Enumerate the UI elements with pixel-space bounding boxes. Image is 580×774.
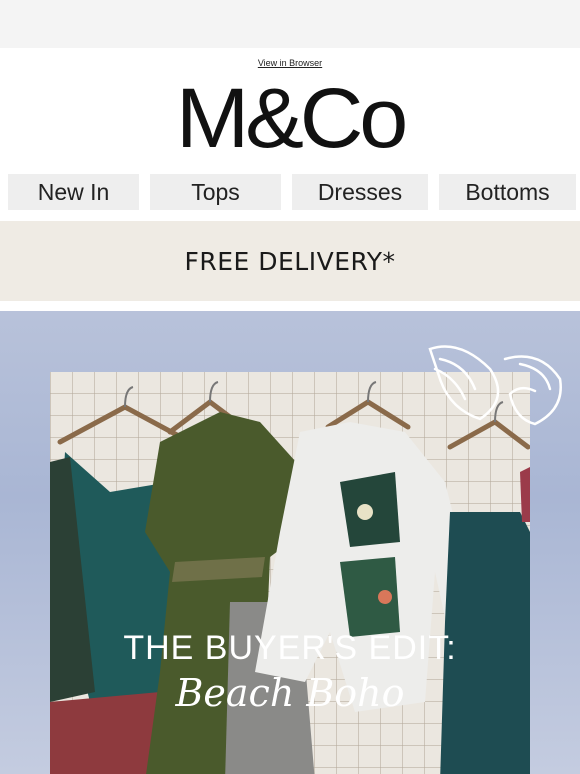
- nav-item-tops[interactable]: Tops: [150, 174, 281, 210]
- nav-item-bottoms[interactable]: Bottoms: [439, 174, 576, 210]
- brand-logo[interactable]: M&Co: [0, 76, 580, 160]
- seashell-icon: [428, 345, 562, 426]
- nav-item-dresses[interactable]: Dresses: [292, 174, 428, 210]
- hero-script-title: Beach Boho: [175, 671, 405, 715]
- email-body: View in Browser M&Co New In Tops Dresses…: [0, 48, 580, 774]
- hero-headline: THE BUYER'S EDIT:: [123, 629, 457, 667]
- view-in-browser-link[interactable]: View in Browser: [0, 58, 580, 68]
- nav-item-new-in[interactable]: New In: [8, 174, 139, 210]
- hero-banner[interactable]: THE BUYER'S EDIT: Beach Boho: [0, 311, 580, 774]
- free-delivery-banner[interactable]: FREE DELIVERY*: [0, 221, 580, 301]
- category-nav: New In Tops Dresses Bottoms: [8, 174, 576, 210]
